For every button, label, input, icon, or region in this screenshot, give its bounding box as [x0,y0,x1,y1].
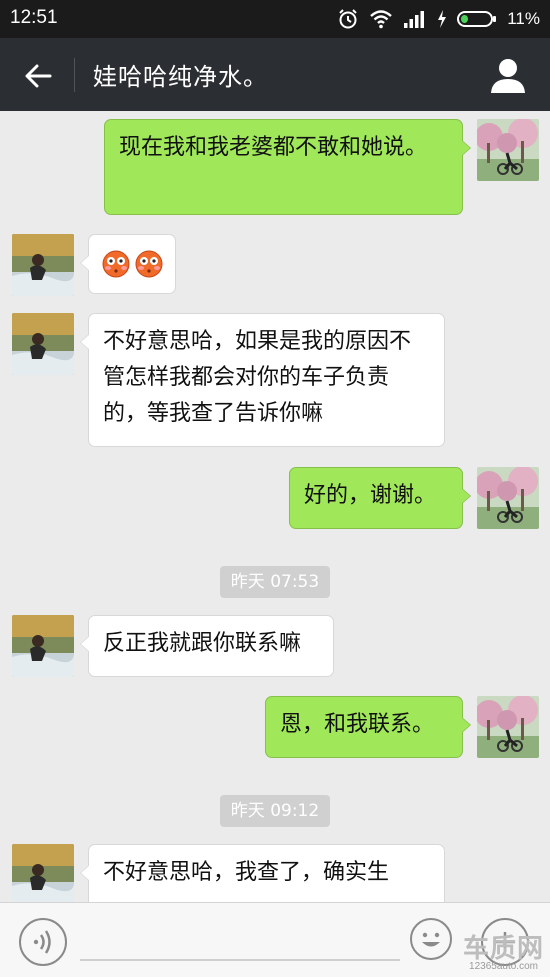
chat-message-list[interactable]: 现在我和我老婆都不敢和她说。 不好意思哈，如果是我的原因不管怎样我都会对你的车子… [0,111,550,902]
timestamp-divider: 昨天 07:53 [220,566,330,598]
status-time: 12:51 [10,7,58,28]
status-icons: 11% [337,6,540,32]
watermark-url: 12365auto.com [469,961,538,972]
voice-input-button[interactable] [19,918,67,966]
message-text: 恩，和我联系。 [280,712,435,737]
alarm-icon [339,9,357,29]
signal-icon [404,11,425,28]
message-text: 不好意思哈，如果是我的原因不管怎样我都会对你的车子负责的，等我查了告诉你嘛 [103,329,412,426]
message-text: 好的，谢谢。 [304,483,437,508]
message-bubble-incoming[interactable] [80,234,176,294]
message-text: 不好意思哈，我查了，确实生 [103,860,390,885]
arrow-left-icon [25,64,52,88]
my-avatar[interactable] [477,467,539,529]
message-text: 反正我就跟你联系嘛 [103,631,302,656]
back-button[interactable] [18,56,58,96]
smiley-icon [422,932,440,947]
message-bubble-outgoing[interactable]: 好的，谢谢。 [289,467,471,529]
charging-icon [438,10,447,28]
message-bubble-outgoing[interactable]: 现在我和我老婆都不敢和她说。 [104,119,471,215]
contact-avatar[interactable] [12,615,74,677]
wifi-icon [370,10,393,29]
battery-icon [457,11,497,27]
my-avatar[interactable] [477,119,539,181]
my-avatar[interactable] [477,696,539,758]
contact-avatar[interactable] [12,234,74,296]
emoji-button[interactable] [410,918,452,960]
message-bubble-incoming[interactable]: 不好意思哈，如果是我的原因不管怎样我都会对你的车子负责的，等我查了告诉你嘛 [80,313,445,447]
message-bubble-outgoing[interactable]: 恩，和我联系。 [265,696,471,758]
header-divider [74,58,75,92]
message-bubble-incoming[interactable]: 不好意思哈，我查了，确实生 [80,844,445,902]
status-bar: 12:51 11% [0,0,550,38]
message-text: 现在我和我老婆都不敢和她说。 [119,135,428,160]
chat-header: 娃哈哈纯净水。 [0,38,550,111]
chat-profile-button[interactable] [488,55,528,95]
voice-wave-icon [33,930,51,954]
person-icon [491,59,525,93]
chat-title: 娃哈哈纯净水。 [93,63,268,91]
watermark: 车质网 12365auto.com [463,928,544,972]
contact-avatar[interactable] [12,844,74,902]
timestamp-divider: 昨天 09:12 [220,795,330,827]
flushed-emoji [135,250,163,278]
watermark-brand: 车质网 [462,933,544,963]
contact-avatar[interactable] [12,313,74,375]
battery-percentage: 11% [507,9,540,28]
message-bubble-incoming[interactable]: 反正我就跟你联系嘛 [80,615,334,677]
message-text-input[interactable] [80,959,400,961]
flushed-emoji [102,250,130,278]
